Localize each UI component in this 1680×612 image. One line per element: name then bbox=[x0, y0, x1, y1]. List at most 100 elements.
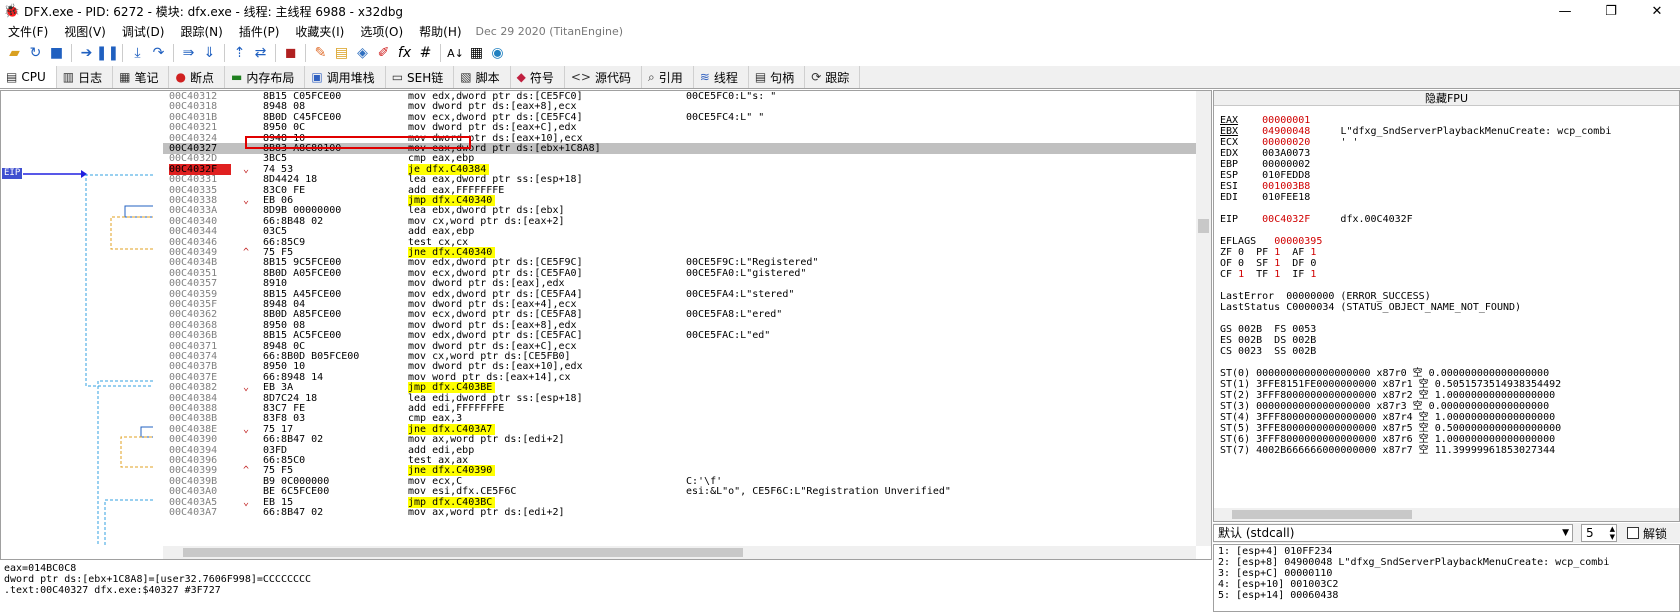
tab-memory-map[interactable]: ▬ 内存布局 bbox=[224, 66, 306, 88]
fpu-register-line[interactable]: ST(3) 0000000000000000000 x87r3 空 0.0000… bbox=[1220, 401, 1675, 412]
disasm-row[interactable]: 00C40399 ^ 75 F5 jne dfx.C40390 bbox=[163, 465, 1196, 477]
disasm-row[interactable]: 00C40382 ⌄ EB 3A jmp dfx.C403BE bbox=[163, 382, 1196, 394]
disasm-row[interactable]: 00C40331 8D4424 18 lea eax,dword ptr ss:[e… bbox=[163, 174, 1196, 185]
disasm-row[interactable]: 00C4031B 8B0D C45FCE00 mov ecx,dword ptr d… bbox=[163, 112, 1196, 123]
disasm-row[interactable]: 00C40359 8B15 A45FCE00 mov edx,dword ptr d… bbox=[163, 289, 1196, 300]
menu-view[interactable]: 视图(V) bbox=[56, 23, 114, 40]
disasm-row[interactable]: 00C40340 66:8B48 02 mov cx,word ptr ds:[ea… bbox=[163, 216, 1196, 227]
disasm-row[interactable]: 00C40346 66:85C9 test cx,cx bbox=[163, 237, 1196, 248]
menu-debug[interactable]: 调试(D) bbox=[114, 23, 173, 40]
segment-register-line[interactable]: ES 002B DS 002B bbox=[1220, 335, 1675, 346]
tab-trace[interactable]: ⟳ 跟踪 bbox=[805, 66, 861, 88]
open-icon[interactable]: ▰ bbox=[4, 43, 25, 63]
tab-references[interactable]: ⌕ 引用 bbox=[642, 66, 694, 88]
disasm-row[interactable]: 00C4038E ⌄ 75 17 jne dfx.C403A7 bbox=[163, 423, 1196, 435]
comment-icon[interactable]: ▤ bbox=[331, 43, 352, 63]
tab-source[interactable]: <> 源代码 bbox=[564, 66, 642, 88]
stop-icon[interactable]: ■ bbox=[46, 43, 67, 63]
disasm-row[interactable]: 00C4036B 8B15 AC5FCE00 mov edx,dword ptr d… bbox=[163, 330, 1196, 341]
registers-pane[interactable]: 隐藏FPU EAX 00000001 EBX 04900048 L"dfxg_S… bbox=[1213, 90, 1680, 522]
bookmark-icon[interactable]: ✐ bbox=[373, 43, 394, 63]
fpu-register-line[interactable]: ST(1) 3FFE8151FE0000000000 x87r1 空 0.505… bbox=[1220, 379, 1675, 390]
disasm-row[interactable]: 00C403A5 ⌄ EB 15 jmp dfx.C403BC bbox=[163, 496, 1196, 508]
function-icon[interactable]: fx bbox=[394, 43, 415, 63]
disasm-row[interactable]: 00C40390 66:8B47 02 mov ax,word ptr ds:[ed… bbox=[163, 434, 1196, 445]
minimize-button[interactable]: — bbox=[1542, 0, 1588, 22]
eip-register-line[interactable]: EIP 00C4032F dfx.00C4032F bbox=[1220, 214, 1675, 225]
disasm-row[interactable]: 00C4039B B9 0C000000 mov ecx,C C:'\f' bbox=[163, 476, 1196, 487]
menu-options[interactable]: 选项(O) bbox=[352, 23, 411, 40]
disassembly-list[interactable]: 00C40312 8B15 C05FCE00 mov edx,dword ptr d… bbox=[163, 91, 1196, 546]
tab-symbols[interactable]: ◆ 符号 bbox=[510, 66, 565, 88]
hide-fpu-toggle[interactable]: 隐藏FPU bbox=[1214, 91, 1679, 106]
disasm-row[interactable]: 00C40318 8948 08 mov dword ptr ds:[eax+8],… bbox=[163, 101, 1196, 112]
trace-over-icon[interactable]: ⇓ bbox=[199, 43, 220, 63]
menu-help[interactable]: 帮助(H) bbox=[411, 23, 469, 40]
disasm-row[interactable]: 00C40374 66:8B0D B05FCE00 mov cx,word ptr … bbox=[163, 351, 1196, 362]
disasm-row[interactable]: 00C4034B 8B15 9C5FCE00 mov edx,dword ptr d… bbox=[163, 257, 1196, 268]
disasm-row[interactable]: 00C403A0 BE 6C5FCE00 mov esi,dfx.CE5F6C esi… bbox=[163, 486, 1196, 497]
trace-into-icon[interactable]: ⇛ bbox=[178, 43, 199, 63]
scylla-icon[interactable]: ◼ bbox=[280, 43, 301, 63]
register-line[interactable]: EBP 00000002 bbox=[1220, 159, 1675, 170]
disasm-row[interactable]: 00C40349 ^ 75 F5 jne dfx.C40340 bbox=[163, 247, 1196, 258]
disasm-row[interactable]: 00C4032D 3BC5 cmp eax,ebp bbox=[163, 153, 1196, 164]
menu-plugins[interactable]: 插件(P) bbox=[231, 23, 288, 40]
tab-cpu[interactable]: ▤ CPU bbox=[0, 66, 57, 88]
fpu-register-line[interactable]: ST(6) 3FFF8000000000000000 x87r6 空 1.000… bbox=[1220, 434, 1675, 445]
disasm-row[interactable]: 00C40384 8D7C24 18 lea edi,dword ptr ss:[e… bbox=[163, 393, 1196, 404]
arg-count-spinbox[interactable]: 5 ▲ ▼ bbox=[1581, 524, 1617, 542]
scroll-thumb[interactable] bbox=[183, 548, 743, 557]
disasm-row[interactable]: 00C4033A 8D9B 00000000 lea ebx,dword ptr d… bbox=[163, 205, 1196, 216]
font-icon[interactable]: A↓ bbox=[445, 43, 466, 63]
spinner-arrows-icon[interactable]: ▲ ▼ bbox=[1610, 525, 1615, 541]
scroll-thumb[interactable] bbox=[1198, 219, 1209, 233]
registers-horizontal-scrollbar[interactable] bbox=[1214, 508, 1679, 521]
step-into-icon[interactable]: ⤓ bbox=[127, 43, 148, 63]
run-to-user-code-icon[interactable]: ⇄ bbox=[250, 43, 271, 63]
stack-arg-line[interactable]: 2: [esp+8] 04900048 L"dfxg_SndServerPlay… bbox=[1218, 557, 1675, 568]
flag-line[interactable]: CF 1 TF 1 IF 1 bbox=[1220, 269, 1675, 280]
disasm-row[interactable]: 00C4037B 8950 10 mov dword ptr ds:[eax+10]… bbox=[163, 361, 1196, 372]
patch-icon[interactable]: ✎ bbox=[310, 43, 331, 63]
restart-icon[interactable]: ↻ bbox=[25, 43, 46, 63]
disasm-row[interactable]: 00C4037E 66:8948 14 mov word ptr ds:[eax+1… bbox=[163, 372, 1196, 383]
last-error-line[interactable]: LastError 00000000 (ERROR_SUCCESS) bbox=[1220, 291, 1675, 302]
disasm-row[interactable]: 00C4032F ⌄ 74 53 je dfx.C40384 bbox=[163, 163, 1196, 175]
disasm-row[interactable]: 00C403A7 66:8B47 02 mov ax,word ptr ds:[ed… bbox=[163, 507, 1196, 518]
tab-log[interactable]: ▥ 日志 bbox=[56, 66, 114, 88]
register-line[interactable]: EBX 04900048 L"dfxg_SndServerPlaybackMen… bbox=[1220, 126, 1675, 137]
disasm-row[interactable]: 00C40362 8B0D A85FCE00 mov ecx,dword ptr d… bbox=[163, 309, 1196, 320]
disasm-row[interactable]: 00C40312 8B15 C05FCE00 mov edx,dword ptr d… bbox=[163, 91, 1196, 102]
calculator-icon[interactable]: ▦ bbox=[466, 43, 487, 63]
disasm-row[interactable]: 00C40394 03FD add edi,ebp bbox=[163, 445, 1196, 456]
tab-handles[interactable]: ▤ 句柄 bbox=[748, 66, 806, 88]
run-icon[interactable]: ➔ bbox=[76, 43, 97, 63]
label-icon[interactable]: ◈ bbox=[352, 43, 373, 63]
segment-register-line[interactable]: CS 0023 SS 002B bbox=[1220, 346, 1675, 357]
menu-trace[interactable]: 跟踪(N) bbox=[172, 23, 230, 40]
menu-file[interactable]: 文件(F) bbox=[0, 23, 56, 40]
disasm-row[interactable]: 00C4035F 8948 04 mov dword ptr ds:[eax+4],… bbox=[163, 299, 1196, 310]
disasm-row[interactable]: 00C40396 66:85C0 test ax,ax bbox=[163, 455, 1196, 466]
register-line[interactable]: ESI 001003B8 bbox=[1220, 181, 1675, 192]
menu-favourites[interactable]: 收藏夹(I) bbox=[287, 23, 352, 40]
fpu-register-line[interactable]: ST(4) 3FFF8000000000000000 x87r4 空 1.000… bbox=[1220, 412, 1675, 423]
register-line[interactable]: EAX 00000001 bbox=[1220, 115, 1675, 126]
arguments-pane[interactable]: 1: [esp+4] 010FF234 2: [esp+8] 04900048 … bbox=[1213, 544, 1680, 612]
eflags-line[interactable]: EFLAGS 00000395 bbox=[1220, 236, 1675, 247]
execute-till-return-icon[interactable]: ⇡ bbox=[229, 43, 250, 63]
vertical-scrollbar[interactable] bbox=[1196, 91, 1211, 546]
disasm-row[interactable]: 00C40338 ⌄ EB 06 jmp dfx.C40340 bbox=[163, 195, 1196, 206]
register-line[interactable]: ECX 00000020 ' ' bbox=[1220, 137, 1675, 148]
stack-arg-line[interactable]: 5: [esp+14] 00060438 bbox=[1218, 590, 1675, 601]
last-status-line[interactable]: LastStatus C0000034 (STATUS_OBJECT_NAME_… bbox=[1220, 302, 1675, 313]
tab-seh-chain[interactable]: ▭ SEH链 bbox=[385, 66, 455, 88]
pause-icon[interactable]: ❚❚ bbox=[96, 43, 119, 63]
unlock-checkbox[interactable] bbox=[1627, 527, 1639, 539]
fpu-register-line[interactable]: ST(2) 3FFF8000000000000000 x87r2 空 1.000… bbox=[1220, 390, 1675, 401]
calling-convention-select[interactable]: 默认 (stdcall) ▼ bbox=[1213, 524, 1573, 542]
disasm-row[interactable]: 00C40344 03C5 add eax,ebp bbox=[163, 226, 1196, 237]
disasm-row[interactable]: 00C40368 8950 08 mov dword ptr ds:[eax+8],… bbox=[163, 320, 1196, 331]
stack-arg-line[interactable]: 3: [esp+C] 00000110 bbox=[1218, 568, 1675, 579]
